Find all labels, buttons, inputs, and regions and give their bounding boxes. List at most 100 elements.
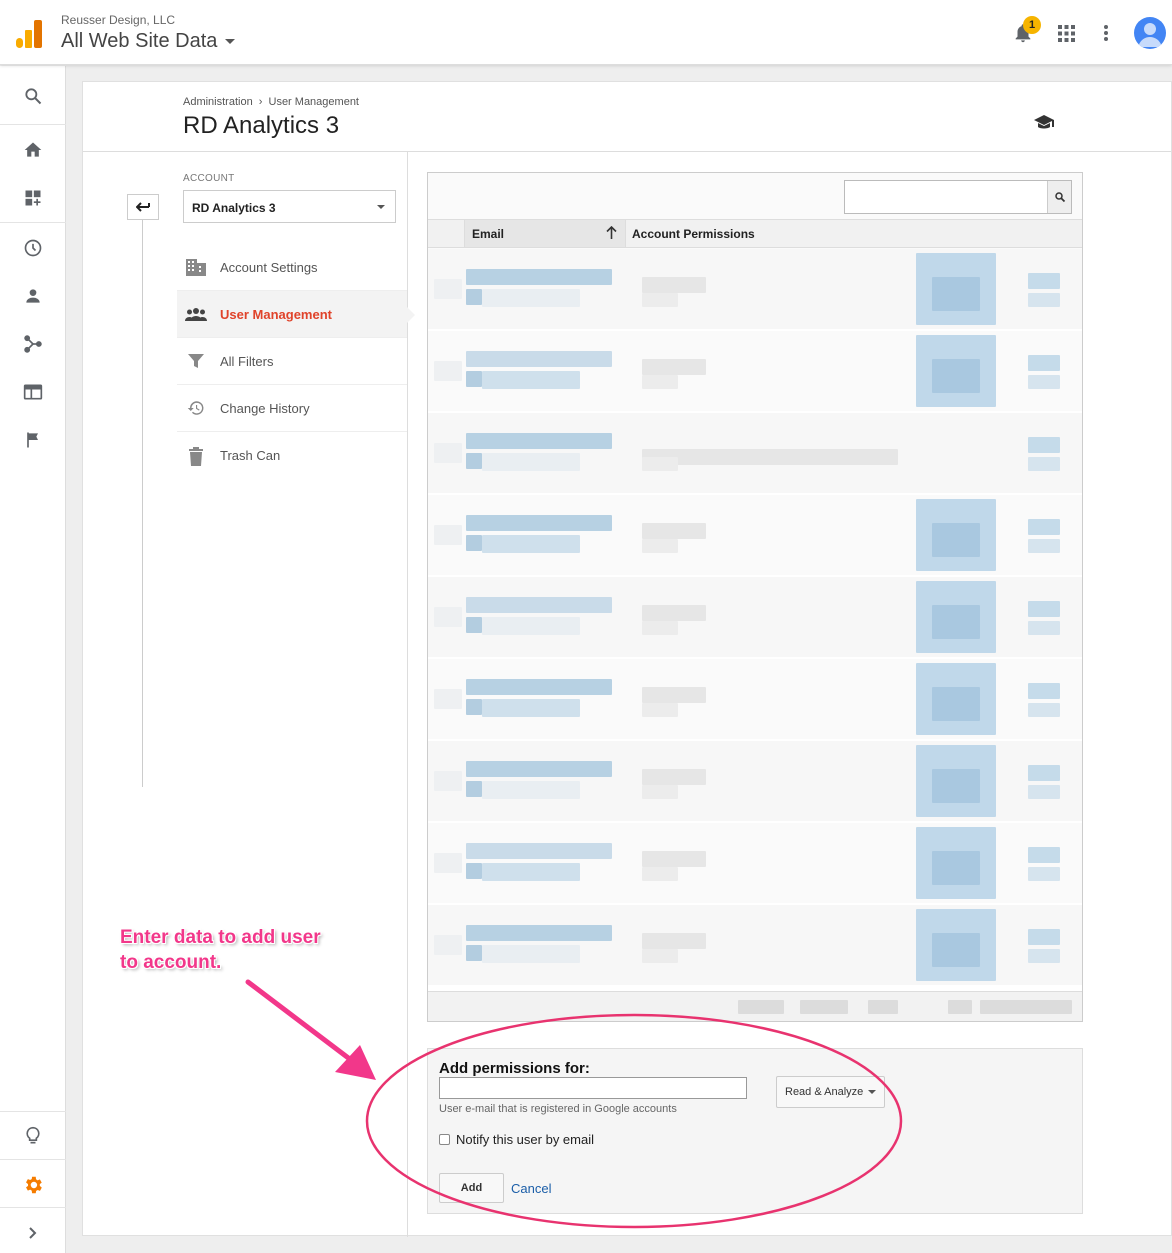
history-icon	[185, 398, 207, 418]
property-selector[interactable]: All Web Site Data	[61, 30, 236, 53]
redacted-cell	[466, 945, 482, 961]
redacted-cell	[1028, 867, 1060, 881]
home-icon[interactable]	[0, 128, 66, 172]
redacted-cell	[1028, 601, 1060, 617]
search-icon[interactable]	[0, 74, 66, 118]
table-search	[844, 180, 1072, 214]
header-divider	[83, 151, 1171, 152]
account-avatar-icon[interactable]	[1134, 17, 1166, 49]
redacted-cell	[1028, 457, 1060, 471]
redacted-cell	[482, 945, 580, 963]
more-vert-icon[interactable]	[1099, 24, 1113, 42]
add-permissions-title: Add permissions for:	[439, 1060, 590, 1077]
nav-guide-line	[142, 220, 143, 787]
clock-icon[interactable]	[0, 226, 66, 270]
redacted-cell	[1028, 273, 1060, 289]
user-table: Email Account Permissions	[427, 172, 1083, 1022]
person-icon[interactable]	[0, 274, 66, 318]
redacted-cell	[642, 785, 678, 799]
column-header-permissions[interactable]: Account Permissions	[632, 227, 755, 241]
behavior-icon[interactable]	[0, 370, 66, 414]
annotation-line-2: to account.	[120, 952, 222, 973]
flag-icon[interactable]	[0, 418, 66, 462]
redacted-cell	[466, 289, 482, 305]
cancel-link[interactable]: Cancel	[511, 1181, 551, 1196]
redacted-pagination	[868, 1000, 898, 1014]
trash-icon	[185, 446, 207, 466]
notify-label[interactable]: Notify this user by email	[456, 1132, 594, 1147]
redacted-cell	[434, 689, 462, 709]
redacted-cell	[642, 293, 678, 307]
lightbulb-icon[interactable]	[0, 1114, 66, 1158]
redacted-pagination	[980, 1000, 1034, 1014]
chevron-right-icon[interactable]	[0, 1211, 66, 1253]
left-navigation	[0, 66, 66, 1253]
redacted-cell	[466, 679, 612, 695]
redacted-cell	[1028, 437, 1060, 453]
redacted-cell	[642, 769, 706, 785]
redacted-cell	[932, 605, 980, 639]
analytics-logo-icon[interactable]	[16, 20, 42, 48]
people-icon	[185, 304, 207, 324]
back-button[interactable]	[127, 194, 159, 220]
table-row	[428, 577, 1082, 657]
apps-grid-icon[interactable]	[1058, 25, 1075, 42]
menu-item-user-management[interactable]: User Management	[177, 291, 415, 338]
redacted-cell	[482, 535, 580, 553]
dashboard-add-icon[interactable]	[0, 176, 66, 220]
dropdown-arrow-icon	[377, 205, 385, 209]
breadcrumb-current: User Management	[268, 96, 360, 108]
add-button[interactable]: Add	[439, 1173, 504, 1203]
redacted-pagination	[800, 1000, 848, 1014]
redacted-cell	[482, 781, 580, 799]
annotation-line-1: Enter data to add user	[120, 927, 321, 948]
redacted-cell	[642, 539, 678, 553]
redacted-cell	[642, 605, 706, 621]
table-row	[428, 413, 1082, 493]
settings-gear-icon[interactable]	[0, 1163, 66, 1207]
redacted-cell	[1028, 621, 1060, 635]
table-row	[428, 823, 1082, 903]
menu-item-change-history[interactable]: Change History	[177, 385, 407, 432]
acquisition-icon[interactable]	[0, 322, 66, 366]
redacted-cell	[466, 535, 482, 551]
breadcrumb-administration[interactable]: Administration	[183, 96, 253, 108]
permission-role-select[interactable]: Read & Analyze	[776, 1076, 885, 1108]
menu-item-account-settings[interactable]: Account Settings	[177, 244, 407, 291]
redacted-cell	[482, 699, 580, 717]
role-select-value: Read & Analyze	[785, 1086, 864, 1098]
table-row	[428, 741, 1082, 821]
notify-checkbox[interactable]	[439, 1134, 450, 1145]
graduation-cap-icon[interactable]	[1033, 113, 1055, 131]
annotation-text: Enter data to add user to account.	[120, 925, 350, 975]
redacted-cell	[466, 351, 612, 367]
column-header-label: Email	[472, 227, 505, 241]
redacted-cell	[642, 851, 706, 867]
redacted-cell	[1028, 683, 1060, 699]
arrow-back-icon	[136, 202, 150, 212]
redacted-cell	[466, 269, 612, 285]
property-name: All Web Site Data	[61, 30, 218, 52]
redacted-cell	[1028, 765, 1060, 781]
redacted-cell	[1028, 949, 1060, 963]
nav-divider	[0, 1207, 66, 1208]
caret-down-icon	[225, 39, 236, 45]
redacted-pagination	[738, 1000, 784, 1014]
email-hint: User e-mail that is registered in Google…	[439, 1103, 677, 1115]
table-row	[428, 905, 1082, 985]
building-icon	[185, 257, 207, 277]
redacted-cell	[434, 771, 462, 791]
redacted-cell	[642, 277, 706, 293]
redacted-cell	[932, 523, 980, 557]
redacted-cell	[642, 523, 706, 539]
menu-item-label: Trash Can	[220, 448, 281, 463]
search-button[interactable]	[1047, 181, 1071, 213]
table-row	[428, 659, 1082, 739]
account-select[interactable]: RD Analytics 3	[183, 190, 396, 223]
column-header-email[interactable]: Email	[464, 220, 626, 247]
menu-item-all-filters[interactable]: All Filters	[177, 338, 407, 385]
table-search-input[interactable]	[845, 181, 1047, 213]
email-field[interactable]	[439, 1077, 747, 1099]
menu-item-trash-can[interactable]: Trash Can	[177, 432, 407, 479]
redacted-cell	[642, 687, 706, 703]
